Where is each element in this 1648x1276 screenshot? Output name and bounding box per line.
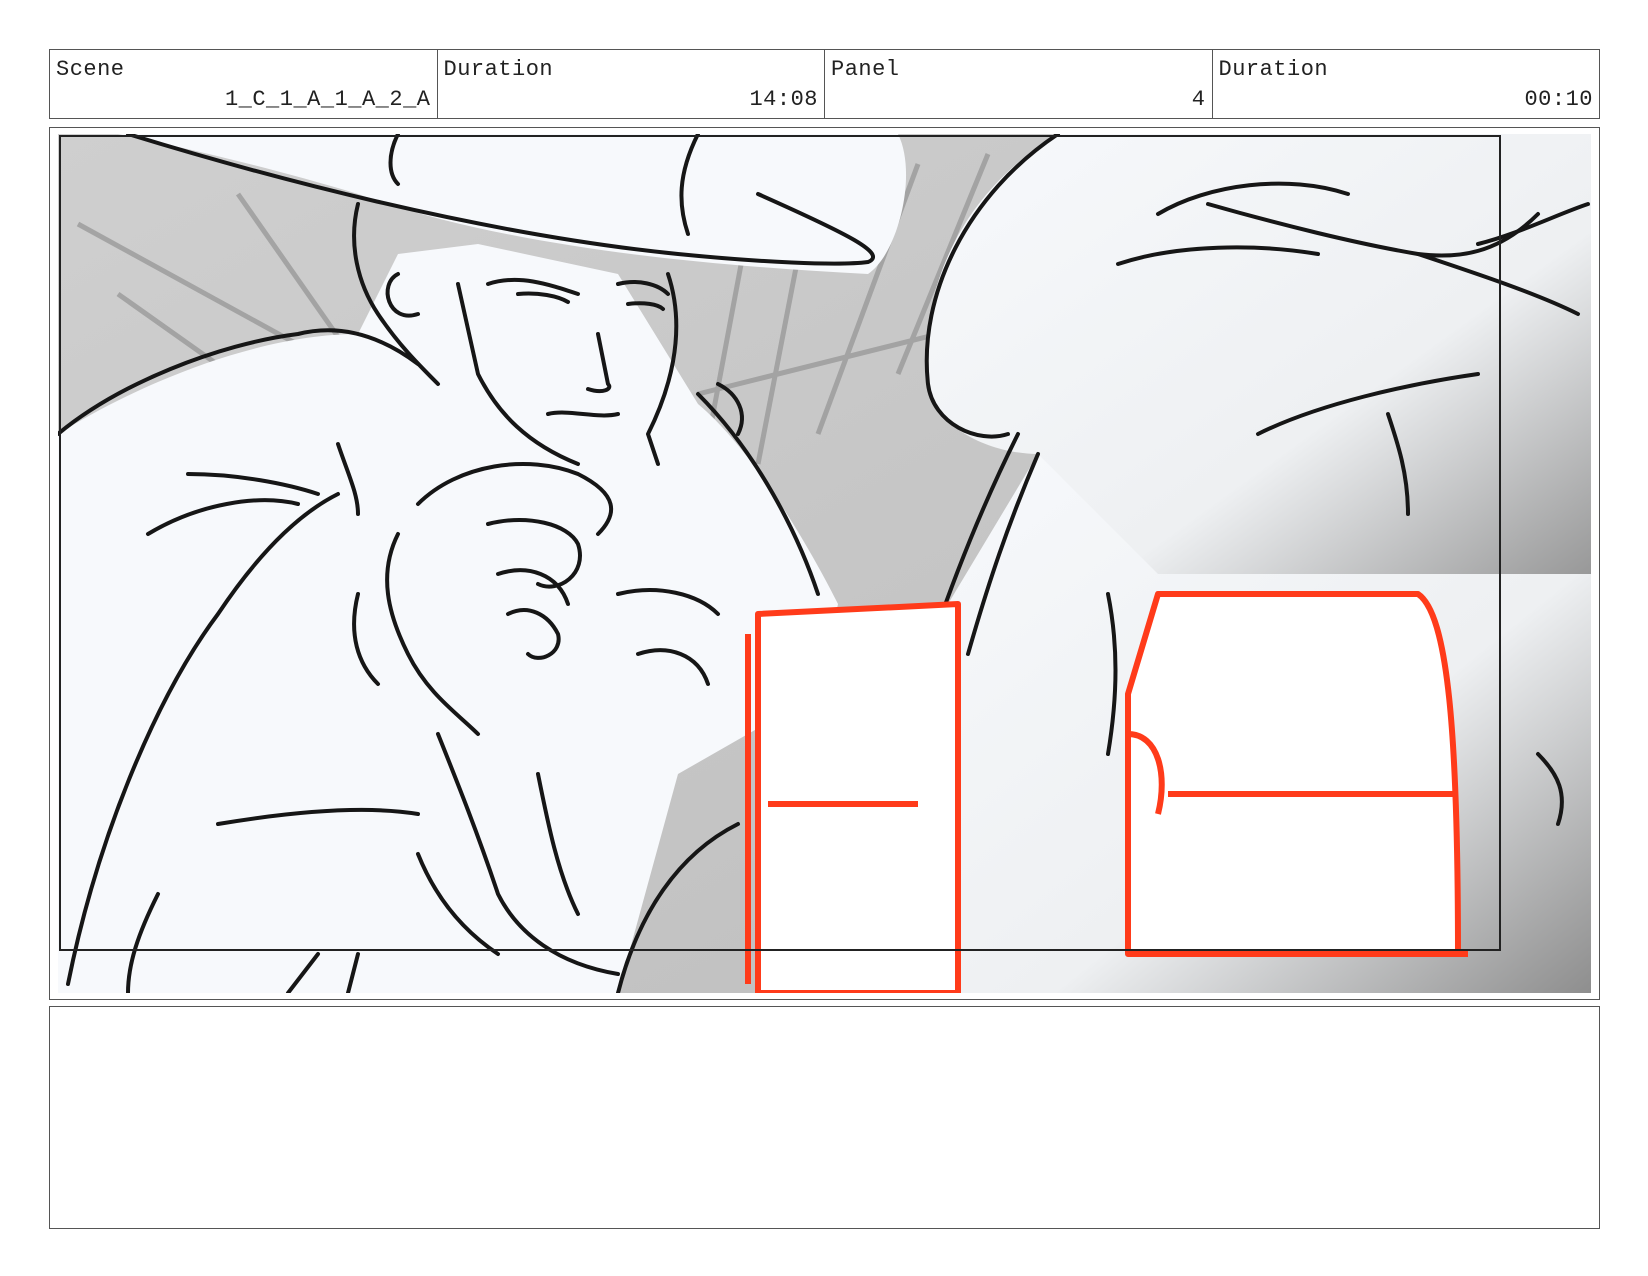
scene-value: 1_C_1_A_1_A_2_A xyxy=(224,87,431,112)
panel-value: 4 xyxy=(1191,87,1206,112)
storyboard-sketch xyxy=(58,134,1591,993)
scene-label: Scene xyxy=(56,57,125,82)
panel-frame xyxy=(49,127,1600,1000)
scene-duration-label: Duration xyxy=(443,57,554,82)
panel-duration-cell: Duration 00:10 xyxy=(1213,50,1600,118)
scene-duration-value: 14:08 xyxy=(749,87,818,112)
panel-label: Panel xyxy=(831,57,900,82)
storyboard-header: Scene 1_C_1_A_1_A_2_A Duration 14:08 Pan… xyxy=(49,49,1600,119)
panel-duration-value: 00:10 xyxy=(1524,87,1593,112)
scene-duration-cell: Duration 14:08 xyxy=(438,50,825,118)
panel-cell: Panel 4 xyxy=(825,50,1213,118)
red-box-right xyxy=(1125,591,1468,957)
panel-duration-label: Duration xyxy=(1218,57,1329,82)
scene-cell: Scene 1_C_1_A_1_A_2_A xyxy=(50,50,438,118)
panel-notes-box[interactable] xyxy=(49,1006,1600,1229)
red-box-left xyxy=(745,601,961,993)
